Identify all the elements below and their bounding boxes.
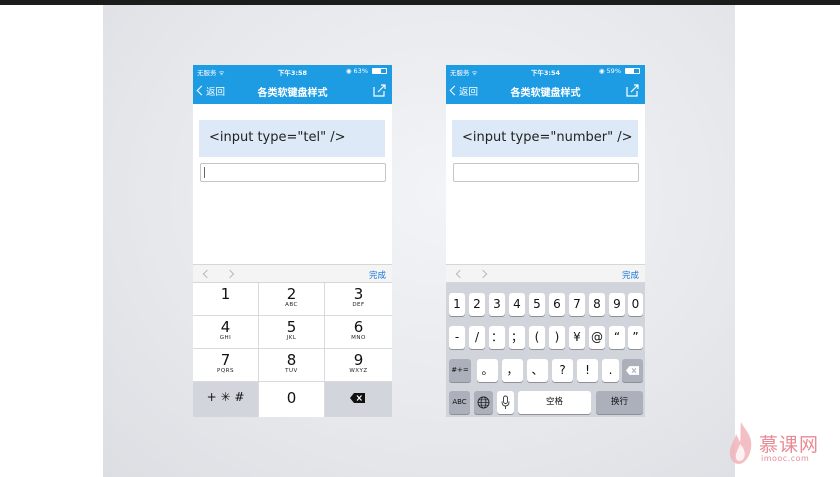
key-7[interactable]: 7 PQRS [193, 349, 258, 381]
key-period[interactable]: . [602, 359, 619, 382]
key-dictation[interactable] [497, 391, 514, 414]
key-1[interactable]: 1 [449, 293, 465, 316]
key-3[interactable]: 3 [489, 293, 505, 316]
code-label: <input type="number" /> [452, 120, 638, 157]
key-delete[interactable] [622, 359, 643, 382]
status-bar: 无服务 ᯤ 下午3:58 ◉ 63% [193, 65, 392, 77]
phone-tel: 无服务 ᯤ 下午3:58 ◉ 63% 返回 各类软键盘样式 <input typ… [193, 65, 392, 417]
flame-icon [729, 422, 752, 464]
key-return[interactable]: 换行 [596, 391, 643, 414]
previous-field-icon[interactable] [202, 269, 212, 279]
key-enumeration-comma[interactable]: 、 [527, 359, 548, 382]
key-2[interactable]: 2 ABC [259, 283, 324, 315]
key-0[interactable]: 0 [259, 382, 324, 417]
tel-input[interactable] [200, 163, 386, 182]
key-comma[interactable]: ， [502, 359, 523, 382]
key-2[interactable]: 2 [469, 293, 485, 316]
nav-title: 各类软键盘样式 [257, 88, 328, 99]
battery-percent: ◉ 59% [598, 67, 621, 75]
key-4[interactable]: 4 [509, 293, 525, 316]
key-6[interactable]: 6 MNO [325, 316, 392, 348]
key-3[interactable]: 3 DEF [325, 283, 392, 315]
key-yen[interactable]: ¥ [569, 326, 585, 349]
key-semicolon[interactable]: ； [509, 326, 525, 349]
key-abc[interactable]: ABC [449, 391, 470, 414]
watermark-url: imooc.com [761, 454, 810, 463]
key-hyphen[interactable]: - [449, 326, 465, 349]
number-input[interactable] [453, 163, 639, 182]
watermark-brand: 慕课网 [759, 434, 820, 456]
key-colon[interactable]: ： [489, 326, 505, 349]
key-0[interactable]: 0 [628, 293, 643, 316]
slide: 无服务 ᯤ 下午3:58 ◉ 63% 返回 各类软键盘样式 <input typ… [103, 5, 735, 477]
key-9[interactable]: 9 [609, 293, 625, 316]
key-full-stop[interactable]: 。 [477, 359, 498, 382]
key-5[interactable]: 5 JKL [259, 316, 324, 348]
nav-bar: 返回 各类软键盘样式 [193, 77, 392, 104]
code-label: <input type="tel" /> [199, 120, 385, 157]
battery-percent: ◉ 63% [345, 67, 368, 75]
key-space[interactable]: 空格 [518, 391, 591, 414]
done-button[interactable]: 完成 [622, 269, 639, 281]
text-caret [204, 167, 205, 178]
key-right-paren[interactable]: ) [549, 326, 565, 349]
next-field-icon[interactable] [225, 269, 235, 279]
key-slash[interactable]: / [469, 326, 485, 349]
key-delete[interactable] [325, 382, 392, 417]
status-bar: 无服务 ᯤ 下午3:54 ◉ 59% [446, 65, 645, 77]
key-9[interactable]: 9 WXYZ [325, 349, 392, 381]
key-7[interactable]: 7 [569, 293, 585, 316]
key-open-quote[interactable]: “ [609, 326, 625, 349]
phone-number: 无服务 ᯤ 下午3:54 ◉ 59% 返回 各类软键盘样式 <input typ… [446, 65, 645, 417]
keyboard-accessory-bar: 完成 [193, 264, 392, 283]
share-icon[interactable] [625, 83, 639, 97]
key-at[interactable]: @ [589, 326, 605, 349]
nav-title: 各类软键盘样式 [510, 88, 581, 99]
key-globe[interactable] [474, 391, 493, 414]
key-1[interactable]: 1 [193, 283, 258, 315]
microphone-icon [501, 395, 510, 409]
key-8[interactable]: 8 [589, 293, 605, 316]
globe-icon [477, 396, 490, 409]
number-keyboard: 1 2 3 4 5 6 7 8 9 0 - / ： ； ( ) ¥ @ “ ” … [446, 283, 645, 417]
key-exclamation[interactable]: ! [577, 359, 598, 382]
previous-field-icon[interactable] [455, 269, 465, 279]
delete-icon [626, 366, 639, 375]
nav-bar: 返回 各类软键盘样式 [446, 77, 645, 104]
key-more-symbols[interactable]: #+= [449, 359, 471, 382]
battery-icon [625, 68, 640, 74]
key-8[interactable]: 8 TUV [259, 349, 324, 381]
done-button[interactable]: 完成 [369, 269, 386, 281]
watermark-logo: 慕课网 imooc.com [727, 420, 827, 470]
key-left-paren[interactable]: ( [529, 326, 545, 349]
delete-icon [350, 393, 365, 403]
key-4[interactable]: 4 GHI [193, 316, 258, 348]
battery-icon [372, 68, 387, 74]
key-question[interactable]: ? [552, 359, 573, 382]
share-icon[interactable] [372, 83, 386, 97]
tel-keypad: 1 2 ABC 3 DEF 4 GHI 5 JKL 6 MNO 7 PQRS 8 TUV 9W… [193, 283, 392, 417]
keyboard-accessory-bar: 完成 [446, 264, 645, 283]
key-close-quote[interactable]: ” [628, 326, 643, 349]
key-symbols[interactable]: + ✳ # [193, 382, 258, 417]
next-field-icon[interactable] [478, 269, 488, 279]
key-5[interactable]: 5 [529, 293, 545, 316]
key-6[interactable]: 6 [549, 293, 565, 316]
